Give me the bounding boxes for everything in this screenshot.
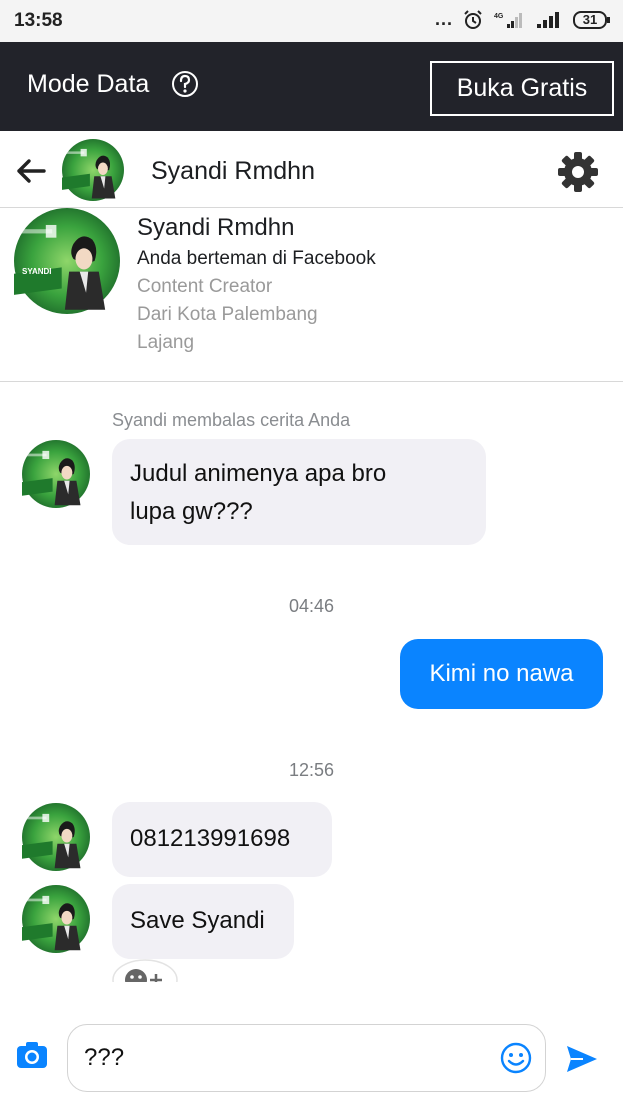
message-text: 081213991698 — [130, 825, 291, 852]
incoming-message-bubble[interactable]: Judul animenya apa bro lupa gw??? — [112, 439, 486, 545]
network-label: 4G — [494, 13, 504, 20]
sender-avatar[interactable] — [22, 885, 90, 953]
emoji-icon[interactable] — [500, 1042, 532, 1074]
help-icon[interactable] — [171, 70, 199, 98]
signal-icon — [537, 11, 559, 28]
profile-friend-status: Anda berteman di Facebook — [137, 248, 376, 269]
alarm-icon — [464, 9, 482, 29]
avatar-label: SYANDI — [22, 267, 52, 276]
header-contact-name[interactable]: Syandi Rmdhn — [151, 157, 315, 186]
story-reply-note: Syandi membalas cerita Anda — [112, 410, 351, 430]
message-text-line: Judul animenya apa bro — [130, 460, 387, 487]
message-text: Kimi no nawa — [429, 660, 574, 687]
message-input-value: ??? — [84, 1044, 125, 1071]
status-icons: ... 4G 31 — [435, 9, 611, 30]
back-arrow-icon[interactable] — [14, 157, 46, 185]
send-icon[interactable] — [565, 1044, 599, 1074]
message-timestamp: 04:46 — [288, 596, 335, 616]
header-avatar[interactable] — [62, 139, 124, 201]
add-reaction-button[interactable] — [112, 958, 178, 982]
data-mode-bar: Mode Data Buka Gratis — [0, 42, 623, 131]
message-input[interactable]: ??? — [67, 1024, 546, 1092]
incoming-message-bubble[interactable]: Save Syandi — [112, 884, 294, 959]
camera-icon[interactable] — [16, 1040, 48, 1070]
profile-name: Syandi Rmdhn — [137, 214, 295, 241]
incoming-message-bubble[interactable]: 081213991698 — [112, 802, 332, 877]
profile-relationship: Lajang — [137, 332, 195, 353]
add-reaction-icon — [112, 959, 178, 982]
battery-icon: 31 — [573, 10, 611, 30]
status-time: 13:58 — [14, 10, 63, 31]
chat-header: Syandi Rmdhn — [0, 131, 623, 208]
gear-icon[interactable] — [556, 150, 600, 194]
data-mode-label: Mode Data — [27, 70, 150, 98]
message-text-line: lupa gw??? — [130, 498, 253, 525]
profile-card: SYANDI Syandi Rmdhn Anda berteman di Fac… — [0, 208, 623, 382]
profile-avatar[interactable]: SYANDI — [14, 208, 120, 314]
message-text: Save Syandi — [130, 907, 265, 934]
outgoing-message-bubble[interactable]: Kimi no nawa — [400, 639, 603, 709]
more-notifications-icon: ... — [434, 9, 453, 29]
profile-city: Dari Kota Palembang — [137, 304, 318, 325]
sender-avatar[interactable] — [22, 803, 90, 871]
signal-4g-icon: 4G — [494, 12, 522, 28]
battery-level: 31 — [582, 11, 598, 27]
sender-avatar[interactable] — [22, 440, 90, 508]
message-composer: ??? — [0, 1010, 623, 1108]
status-bar: 13:58 ... 4G 31 — [0, 0, 623, 42]
message-timestamp: 12:56 — [288, 760, 335, 780]
profile-job: Content Creator — [137, 276, 273, 297]
open-free-button[interactable]: Buka Gratis — [430, 61, 614, 116]
